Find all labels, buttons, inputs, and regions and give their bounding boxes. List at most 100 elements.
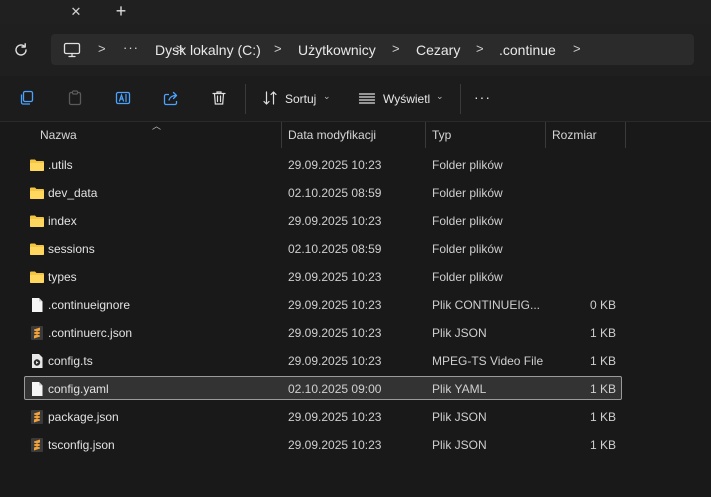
file-date: 29.09.2025 10:23 (288, 298, 382, 312)
breadcrumb-item-drive[interactable]: Dysk lokalny (C:) (155, 42, 261, 58)
file-name: dev_data (48, 186, 98, 200)
file-row[interactable]: dev_data 02.10.2025 08:59 Folder plików (24, 180, 622, 204)
video-file-icon (32, 354, 43, 368)
folder-icon (30, 243, 44, 255)
file-date: 29.09.2025 10:23 (288, 158, 382, 172)
folder-icon (30, 159, 44, 171)
chevron-right-icon[interactable]: > (476, 41, 484, 56)
more-options-button[interactable]: ··· (474, 89, 491, 105)
breadcrumb-item-current[interactable]: .continue (499, 42, 556, 58)
file-row[interactable]: index 29.09.2025 10:23 Folder plików (24, 208, 622, 232)
file-row[interactable]: .continueignore 29.09.2025 10:23 Plik CO… (24, 292, 622, 316)
file-row[interactable]: sessions 02.10.2025 08:59 Folder plików (24, 236, 622, 260)
file-type: MPEG-TS Video File (432, 354, 544, 368)
refresh-icon (15, 43, 27, 56)
chevron-right-icon[interactable]: > (573, 41, 581, 56)
file-size: 1 KB (589, 438, 616, 452)
chevron-down-icon[interactable]: ⌄ (323, 91, 331, 102)
file-row[interactable]: package.json 29.09.2025 10:23 Plik JSON … (24, 404, 622, 428)
file-row[interactable]: tsconfig.json 29.09.2025 10:23 Plik JSON… (24, 432, 622, 456)
file-name: config.yaml (48, 382, 109, 396)
close-tab-button[interactable]: ✕ (66, 2, 86, 22)
toolbar-divider (245, 84, 246, 114)
copy-button[interactable] (17, 88, 37, 108)
delete-button[interactable] (209, 88, 229, 108)
file-type: Folder plików (432, 242, 503, 256)
rename-icon (115, 91, 131, 105)
sort-icon[interactable] (260, 88, 280, 108)
file-name: sessions (48, 242, 95, 256)
file-row[interactable]: .continuerc.json 29.09.2025 10:23 Plik J… (24, 320, 622, 344)
blank-file-icon (32, 298, 43, 312)
file-type: Folder plików (432, 214, 503, 228)
chevron-right-icon[interactable]: > (98, 41, 106, 56)
file-date: 29.09.2025 10:23 (288, 270, 382, 284)
address-bar[interactable]: > ··· > Dysk lokalny (C:) > Użytkownicy … (51, 34, 694, 65)
file-row[interactable]: .utils 29.09.2025 10:23 Folder plików (24, 152, 622, 176)
file-date: 29.09.2025 10:23 (288, 326, 382, 340)
file-size: 1 KB (589, 410, 616, 424)
breadcrumb-overflow-button[interactable]: ··· (123, 40, 139, 55)
file-type: Plik CONTINUEIG... (432, 298, 541, 312)
chevron-right-icon[interactable]: > (392, 41, 400, 56)
command-bar: Sortuj ⌄ Wyświetl ⌄ ··· (0, 76, 711, 122)
file-type: Plik YAML (432, 382, 487, 396)
column-divider[interactable] (545, 122, 546, 148)
file-type: Folder plików (432, 270, 503, 284)
column-size[interactable]: Rozmiar (552, 128, 597, 142)
file-date: 29.09.2025 10:23 (288, 214, 382, 228)
file-type: Plik JSON (432, 326, 487, 340)
file-type: Folder plików (432, 158, 503, 172)
new-tab-button[interactable]: + (111, 1, 131, 21)
column-divider[interactable] (425, 122, 426, 148)
file-name: tsconfig.json (48, 438, 115, 452)
paste-icon (68, 90, 82, 106)
copy-icon (20, 90, 34, 105)
file-row-selected[interactable]: config.yaml 02.10.2025 09:00 Plik YAML 1… (24, 376, 622, 400)
file-name: .utils (48, 158, 73, 172)
view-button[interactable]: Wyświetl (383, 92, 430, 106)
column-divider[interactable] (625, 122, 626, 148)
file-name: config.ts (48, 354, 93, 368)
file-name: .continueignore (48, 298, 131, 312)
file-size: 1 KB (589, 354, 616, 368)
refresh-button[interactable] (11, 40, 31, 60)
sublime-file-icon (31, 410, 43, 424)
toolbar-divider (460, 84, 461, 114)
chevron-down-icon[interactable]: ⌄ (436, 91, 444, 102)
trash-icon (212, 91, 226, 105)
column-type[interactable]: Typ (432, 128, 451, 142)
file-date: 29.09.2025 10:23 (288, 410, 382, 424)
file-size: 1 KB (589, 382, 616, 396)
rename-button[interactable] (113, 88, 133, 108)
sort-indicator-icon: ︿ (152, 121, 162, 131)
navigation-bar: > ··· > Dysk lokalny (C:) > Użytkownicy … (0, 24, 711, 76)
sublime-file-icon (31, 438, 43, 452)
computer-icon[interactable] (63, 42, 81, 58)
sort-button[interactable]: Sortuj (285, 92, 316, 106)
breadcrumb-item-user[interactable]: Cezary (416, 42, 460, 58)
file-name: types (48, 270, 77, 284)
file-date: 29.09.2025 10:23 (288, 438, 382, 452)
share-button[interactable] (161, 88, 181, 108)
file-type: Folder plików (432, 186, 503, 200)
file-row[interactable]: config.ts 29.09.2025 10:23 MPEG-TS Video… (24, 348, 622, 372)
file-row[interactable]: types 29.09.2025 10:23 Folder plików (24, 264, 622, 288)
file-date: 02.10.2025 08:59 (288, 242, 382, 256)
breadcrumb-item-users[interactable]: Użytkownicy (298, 42, 376, 58)
file-name: package.json (48, 410, 119, 424)
chevron-right-icon[interactable]: > (274, 41, 282, 56)
column-name[interactable]: Nazwa (40, 128, 77, 142)
column-divider[interactable] (281, 122, 282, 148)
view-icon[interactable] (357, 88, 377, 108)
folder-icon (30, 215, 44, 227)
column-date[interactable]: Data modyfikacji (288, 128, 376, 142)
file-name: .continuerc.json (48, 326, 133, 340)
file-date: 02.10.2025 08:59 (288, 186, 382, 200)
blank-file-icon (32, 382, 43, 396)
tab-strip: ✕ + (0, 0, 711, 24)
file-size: 1 KB (589, 326, 616, 340)
share-icon (163, 91, 178, 106)
file-date: 02.10.2025 09:00 (288, 382, 382, 396)
paste-button[interactable] (65, 88, 85, 108)
